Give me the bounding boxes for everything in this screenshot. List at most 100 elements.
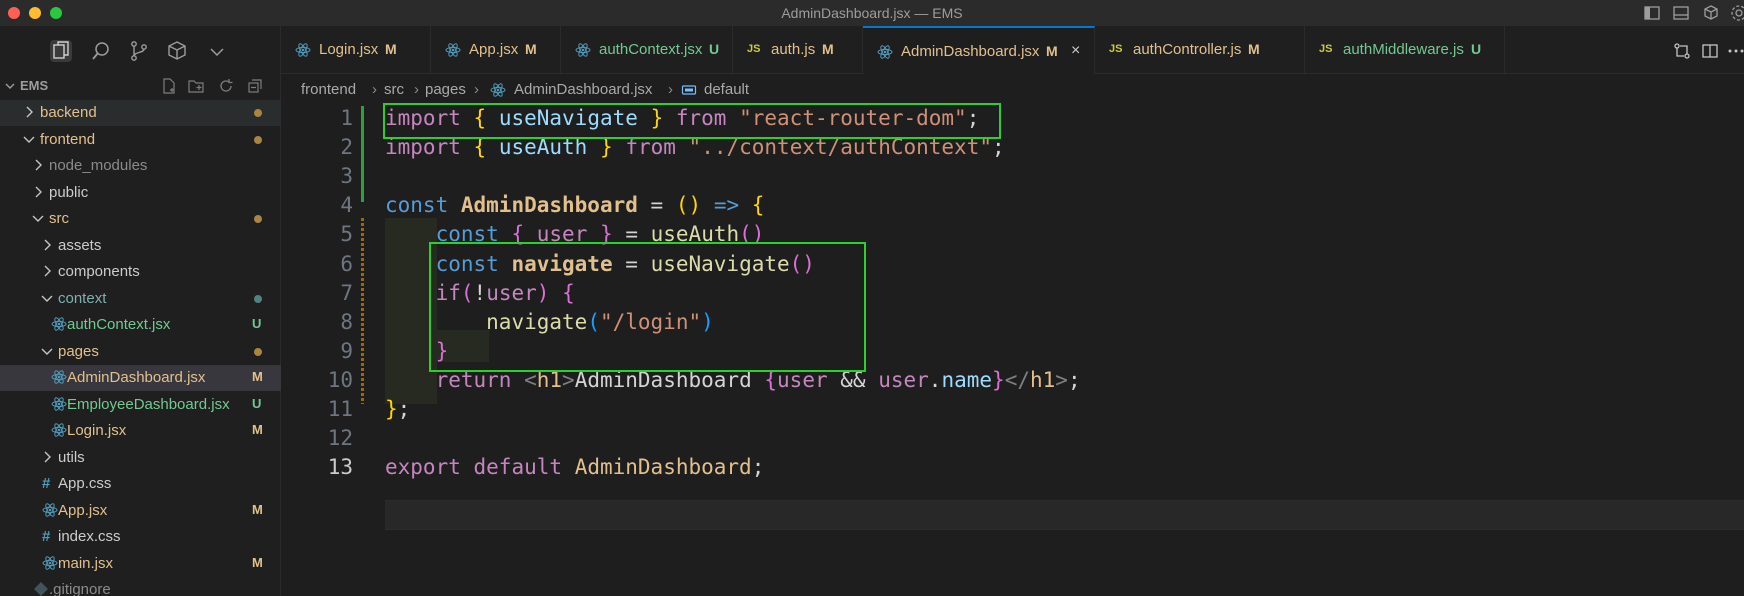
compare-changes-icon[interactable] (1673, 42, 1691, 60)
current-line-highlight (385, 500, 1744, 530)
code-line-4: const AdminDashboard = () => { (385, 193, 765, 217)
react-icon (42, 555, 58, 571)
split-editor-icon[interactable] (1701, 42, 1719, 60)
react-icon (877, 44, 893, 60)
react-icon (490, 83, 506, 97)
git-modified-gutter (361, 218, 364, 404)
breadcrumb-src[interactable]: src (384, 81, 404, 98)
tree-item-frontend[interactable]: frontend (0, 127, 281, 153)
new-file-icon[interactable] (161, 78, 177, 94)
tree-item-main-jsx[interactable]: main.jsx M (0, 551, 281, 577)
line-number: 9 (340, 339, 353, 363)
token: user (878, 368, 929, 392)
editor-tabs: Login.jsx M App.jsx MauthContext.jsx U JS auth… (281, 26, 1744, 74)
tree-item-components[interactable]: components (0, 259, 281, 285)
tree-item-label: src (49, 210, 69, 227)
breadcrumb-pages[interactable]: pages (425, 81, 466, 98)
breadcrumb-symbol[interactable]: default (704, 81, 749, 98)
tree-item-label: authContext.jsx (67, 316, 171, 333)
tree-item-label: pages (58, 342, 99, 360)
settings-icon[interactable] (1730, 4, 1744, 22)
tab-label: App.jsx (469, 41, 519, 58)
tab-label: authMiddleware.js (1343, 41, 1464, 58)
git-status-dot (254, 215, 262, 223)
collapse-all-icon[interactable] (247, 78, 263, 94)
line-number: 6 (340, 252, 353, 276)
tree-item-assets[interactable]: assets (0, 233, 281, 259)
tree-item-label: utils (58, 448, 85, 466)
tab-admindashboard-jsx[interactable]: AdminDashboard.jsx M × (863, 26, 1095, 74)
tree-item-authcontext-jsx[interactable]: authContext.jsx U (0, 312, 281, 338)
line-number: 10 (327, 368, 353, 392)
tree-item-admindashboard-jsx[interactable]: AdminDashboard.jsx M (0, 365, 281, 391)
tree-item-backend[interactable]: backend (0, 100, 281, 126)
explorer-root-label: EMS (20, 78, 49, 93)
tab-authmiddleware-js[interactable]: JS authMiddleware.js U (1305, 26, 1505, 74)
search-icon[interactable] (90, 40, 112, 62)
tab-git-badge: M (1046, 43, 1058, 59)
tab-label: authContext.jsx (599, 41, 703, 58)
tree-item-app-jsx[interactable]: App.jsx M (0, 498, 281, 524)
tab-auth-js[interactable]: JS auth.js M (733, 26, 863, 74)
tree-item-label: index.css (58, 528, 121, 545)
tree-item-label: AdminDashboard.jsx (67, 369, 206, 386)
token: AdminDashboard (574, 455, 752, 479)
git-icon (33, 581, 49, 596)
tab-authcontroller-js[interactable]: JS authController.js M (1095, 26, 1305, 74)
tree-item-node-modules[interactable]: node_modules (0, 153, 281, 179)
explorer-root-header[interactable]: EMS (0, 74, 281, 98)
tree-item-login-jsx[interactable]: Login.jsx M (0, 418, 281, 444)
tab-authcontext-jsx[interactable]: authContext.jsx U (561, 26, 733, 74)
toggle-sidebar-icon[interactable] (1643, 4, 1661, 22)
chevron-right-icon (40, 237, 54, 253)
breadcrumb-file[interactable]: AdminDashboard.jsx (514, 81, 652, 98)
git-status-badge: M (252, 501, 263, 517)
tree-item-context[interactable]: context (0, 286, 281, 312)
git-status-badge: U (252, 395, 262, 411)
tree-item-public[interactable]: public (0, 180, 281, 206)
token: default (473, 455, 563, 479)
tree-item--gitignore[interactable]: .gitignore (0, 577, 281, 596)
tab-label: authController.js (1133, 41, 1242, 58)
tree-item-index-css[interactable]: # index.css (0, 524, 281, 550)
refresh-icon[interactable] (218, 78, 234, 94)
code-editor[interactable]: 1 2 3 4 5 6 7 8 9 10 11 12 13 import { useNavigate }… (281, 103, 1744, 596)
tree-item-employeedashboard-jsx[interactable]: EmployeeDashboard.jsx U (0, 392, 281, 418)
extensions-icon[interactable] (166, 40, 188, 62)
react-icon (42, 502, 58, 518)
tree-item-label: node_modules (49, 157, 148, 174)
highlight-box-import (383, 103, 1001, 139)
js-file-icon: JS (747, 43, 761, 55)
tree-item-label: backend (40, 104, 97, 121)
css-hash-icon: # (42, 475, 51, 492)
chevron-right-icon (31, 184, 45, 200)
tree-item-label: EmployeeDashboard.jsx (67, 395, 230, 413)
tree-item-label: main.jsx (58, 554, 114, 572)
tab-login-jsx[interactable]: Login.jsx M (281, 26, 431, 74)
cube-icon[interactable] (1702, 4, 1720, 22)
tree-item-label: assets (58, 236, 102, 254)
line-number: 8 (340, 310, 353, 334)
line-number: 13 (327, 455, 353, 479)
code-line-11: }; (385, 397, 411, 421)
tree-item-utils[interactable]: utils (0, 445, 281, 471)
tab-git-badge: U (709, 41, 720, 57)
chevron-down-icon[interactable] (206, 40, 228, 62)
explorer-icon[interactable] (50, 40, 72, 62)
source-control-icon[interactable] (128, 40, 150, 62)
react-icon (51, 316, 67, 332)
git-status-badge: M (252, 369, 263, 384)
close-tab-icon[interactable]: × (1071, 42, 1080, 60)
more-actions-icon[interactable] (1727, 42, 1744, 60)
tree-item-pages[interactable]: pages (0, 339, 281, 365)
tab-app-jsx[interactable]: App.jsx M (431, 26, 561, 74)
new-folder-icon[interactable] (188, 78, 204, 94)
line-number: 2 (340, 135, 353, 159)
breadcrumb-frontend[interactable]: frontend (301, 81, 356, 98)
js-file-icon: JS (1109, 43, 1123, 55)
chevron-right-icon: › (414, 81, 419, 98)
tree-item-app-css[interactable]: # App.css (0, 471, 281, 497)
window-title: AdminDashboard.jsx — EMS (781, 5, 963, 21)
toggle-panel-icon[interactable] (1672, 4, 1690, 22)
tree-item-src[interactable]: src (0, 206, 281, 232)
